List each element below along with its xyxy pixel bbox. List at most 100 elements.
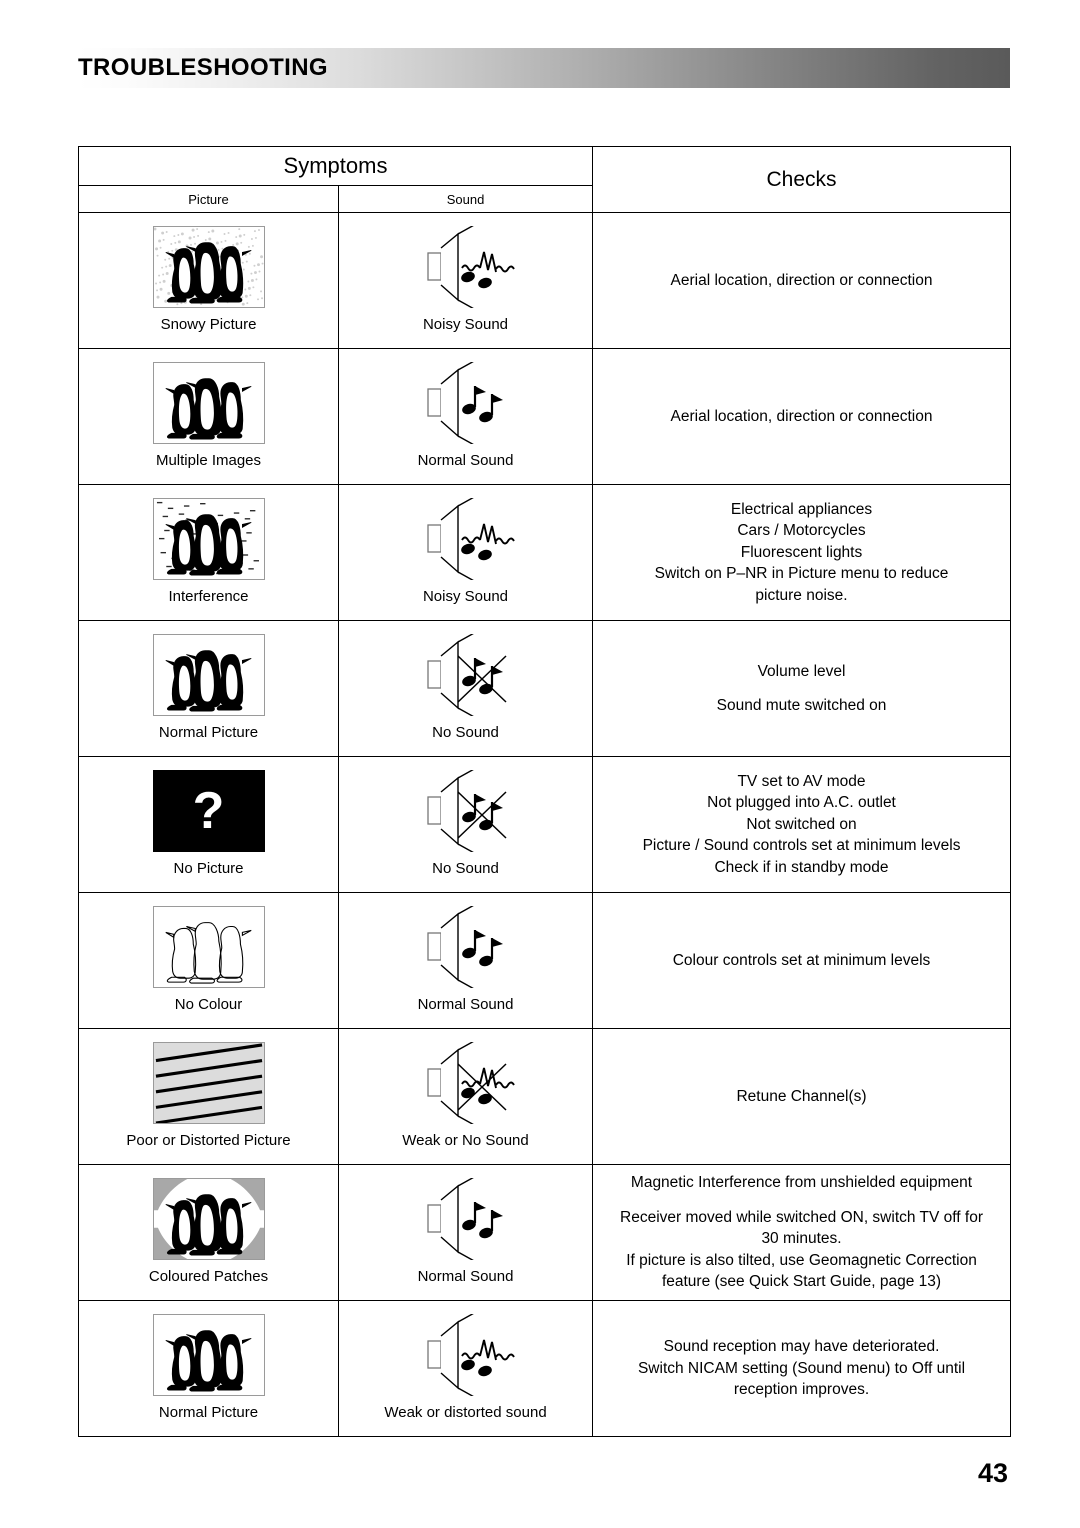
speaker-weak-muted-icon bbox=[410, 1042, 522, 1124]
checks-line: Magnetic Interference from unshielded eq… bbox=[630, 1174, 973, 1192]
picture-symptom-cell: Normal Picture bbox=[78, 620, 339, 757]
troubleshooting-table: Symptoms Checks Picture Sound Snowy Pict… bbox=[77, 146, 1012, 1437]
sound-caption: Noisy Sound bbox=[422, 588, 509, 605]
picture-caption: Poor or Distorted Picture bbox=[126, 1132, 291, 1149]
speaker-noisy-icon bbox=[410, 498, 522, 580]
checks-line: Sound reception may have deteriorated. bbox=[663, 1338, 940, 1356]
checks-line: Colour controls set at minimum levels bbox=[672, 951, 931, 969]
picture-caption: Normal Picture bbox=[158, 1404, 259, 1421]
sound-symptom-cell: Normal Sound bbox=[337, 1164, 594, 1301]
picture-caption: Coloured Patches bbox=[148, 1268, 269, 1285]
picture-symptom-cell: ? No Picture bbox=[78, 756, 339, 893]
picture-symptom-cell: Coloured Patches bbox=[78, 1164, 339, 1301]
picture-symptom-cell: Interference bbox=[78, 484, 339, 621]
no-colour-thumbnail bbox=[152, 906, 265, 988]
checks-line: Cars / Motorcycles bbox=[737, 522, 866, 540]
table-row: ? No Picture No Sound TV set to AV mode Not… bbox=[78, 756, 1012, 893]
table-header-row-top: Symptoms Checks bbox=[77, 146, 1012, 213]
checks-cell: Aerial location, direction or connection bbox=[592, 212, 1012, 349]
picture-caption: No Colour bbox=[174, 996, 243, 1013]
sound-symptom-cell: Weak or No Sound bbox=[337, 1028, 594, 1165]
checks-line: picture noise. bbox=[755, 586, 848, 604]
sound-caption: Noisy Sound bbox=[422, 316, 509, 333]
checks-line: Aerial location, direction or connection bbox=[670, 271, 933, 289]
multiple-images-thumbnail bbox=[152, 362, 265, 444]
document-page: TROUBLESHOOTING Symptoms Checks Picture … bbox=[0, 0, 1080, 1528]
normal-picture-thumbnail bbox=[152, 1314, 265, 1396]
sound-symptom-cell: Noisy Sound bbox=[337, 212, 594, 349]
checks-line: Volume level bbox=[757, 662, 846, 680]
speaker-muted-icon bbox=[410, 770, 522, 852]
header-sound: Sound bbox=[337, 185, 594, 213]
page-number: 43 bbox=[977, 1458, 1008, 1488]
picture-symptom-cell: Multiple Images bbox=[78, 348, 339, 485]
picture-symptom-cell: Poor or Distorted Picture bbox=[78, 1028, 339, 1165]
table-row: Poor or Distorted Picture Weak or No Sou… bbox=[78, 1028, 1012, 1165]
header-checks: Checks bbox=[592, 146, 1012, 213]
sound-symptom-cell: Weak or distorted sound bbox=[337, 1300, 594, 1437]
table-row: Normal Picture No Sound Volume level Sound… bbox=[78, 620, 1012, 757]
header-symptoms: Symptoms bbox=[77, 146, 594, 186]
table-row: Coloured Patches Normal Sound Magnetic In… bbox=[78, 1164, 1012, 1301]
table-row: Multiple Images Normal Sound Aerial locat… bbox=[78, 348, 1012, 485]
sound-caption: Weak or No Sound bbox=[402, 1132, 529, 1149]
distorted-picture-thumbnail bbox=[152, 1042, 265, 1124]
checks-line: Aerial location, direction or connection bbox=[670, 407, 933, 425]
sound-caption: No Sound bbox=[432, 860, 499, 877]
sound-symptom-cell: No Sound bbox=[337, 620, 594, 757]
speaker-distorted-icon bbox=[410, 1314, 522, 1396]
coloured-patches-thumbnail bbox=[152, 1178, 265, 1260]
checks-line: Not switched on bbox=[746, 815, 857, 833]
snowy-picture-thumbnail bbox=[152, 226, 265, 308]
checks-line: Receiver moved while switched ON, switch… bbox=[620, 1208, 983, 1226]
checks-line: Switch on P–NR in Picture menu to reduce bbox=[654, 565, 949, 583]
checks-spacer bbox=[593, 682, 1010, 695]
checks-cell: Magnetic Interference from unshielded eq… bbox=[592, 1164, 1012, 1301]
picture-caption: No Picture bbox=[173, 860, 244, 877]
checks-cell: TV set to AV mode Not plugged into A.C. o… bbox=[592, 756, 1012, 893]
speaker-normal-icon bbox=[410, 906, 522, 988]
checks-line: Electrical appliances bbox=[730, 500, 873, 518]
table-row: No Colour Normal Sound Colour controls se… bbox=[78, 892, 1012, 1029]
checks-line: Sound mute switched on bbox=[716, 697, 887, 714]
table-body: Snowy Picture Noisy Sound Aerial location… bbox=[78, 212, 1012, 1437]
picture-symptom-cell: Normal Picture bbox=[78, 1300, 339, 1437]
checks-cell: Retune Channel(s) bbox=[592, 1028, 1012, 1165]
picture-symptom-cell: No Colour bbox=[78, 892, 339, 1029]
normal-picture-thumbnail bbox=[152, 634, 265, 716]
table-row: Snowy Picture Noisy Sound Aerial location… bbox=[78, 212, 1012, 349]
picture-caption: Normal Picture bbox=[158, 724, 259, 741]
sound-caption: Weak or distorted sound bbox=[384, 1404, 547, 1421]
checks-cell: Sound reception may have deteriorated. Sw… bbox=[592, 1300, 1012, 1437]
picture-symptom-cell: Snowy Picture bbox=[78, 212, 339, 349]
checks-line: Not plugged into A.C. outlet bbox=[707, 794, 896, 812]
checks-line: 30 minutes. bbox=[761, 1230, 842, 1248]
sound-caption: No Sound bbox=[432, 724, 499, 741]
checks-line: Switch NICAM setting (Sound menu) to Off… bbox=[637, 1359, 966, 1377]
checks-spacer bbox=[593, 1194, 1010, 1207]
speaker-normal-icon bbox=[410, 362, 522, 444]
checks-cell: Volume level Sound mute switched on bbox=[592, 620, 1012, 757]
checks-line: Fluorescent lights bbox=[740, 543, 863, 561]
table-row: Interference Noisy Sound Electrical appli… bbox=[78, 484, 1012, 621]
checks-line: feature (see Quick Start Guide, page 13) bbox=[661, 1273, 942, 1291]
checks-cell: Electrical appliances Cars / Motorcycles F… bbox=[592, 484, 1012, 621]
checks-line: Retune Channel(s) bbox=[736, 1087, 867, 1105]
sound-caption: Normal Sound bbox=[417, 996, 514, 1013]
picture-caption: Snowy Picture bbox=[160, 316, 257, 333]
checks-line: If picture is also tilted, use Geomagnet… bbox=[626, 1251, 977, 1269]
picture-caption: Multiple Images bbox=[155, 452, 262, 469]
picture-caption: Interference bbox=[168, 588, 249, 605]
checks-line: Check if in standby mode bbox=[714, 858, 889, 876]
checks-cell: Aerial location, direction or connection bbox=[592, 348, 1012, 485]
interference-thumbnail bbox=[152, 498, 265, 580]
sound-symptom-cell: No Sound bbox=[337, 756, 594, 893]
speaker-noisy-icon bbox=[410, 226, 522, 308]
sound-symptom-cell: Normal Sound bbox=[337, 348, 594, 485]
sound-symptom-cell: Normal Sound bbox=[337, 892, 594, 1029]
page-title: TROUBLESHOOTING bbox=[78, 54, 328, 81]
table-row: Normal Picture Weak or distorted sound So… bbox=[78, 1300, 1012, 1437]
speaker-muted-icon bbox=[410, 634, 522, 716]
sound-caption: Normal Sound bbox=[417, 452, 514, 469]
speaker-normal-icon bbox=[410, 1178, 522, 1260]
